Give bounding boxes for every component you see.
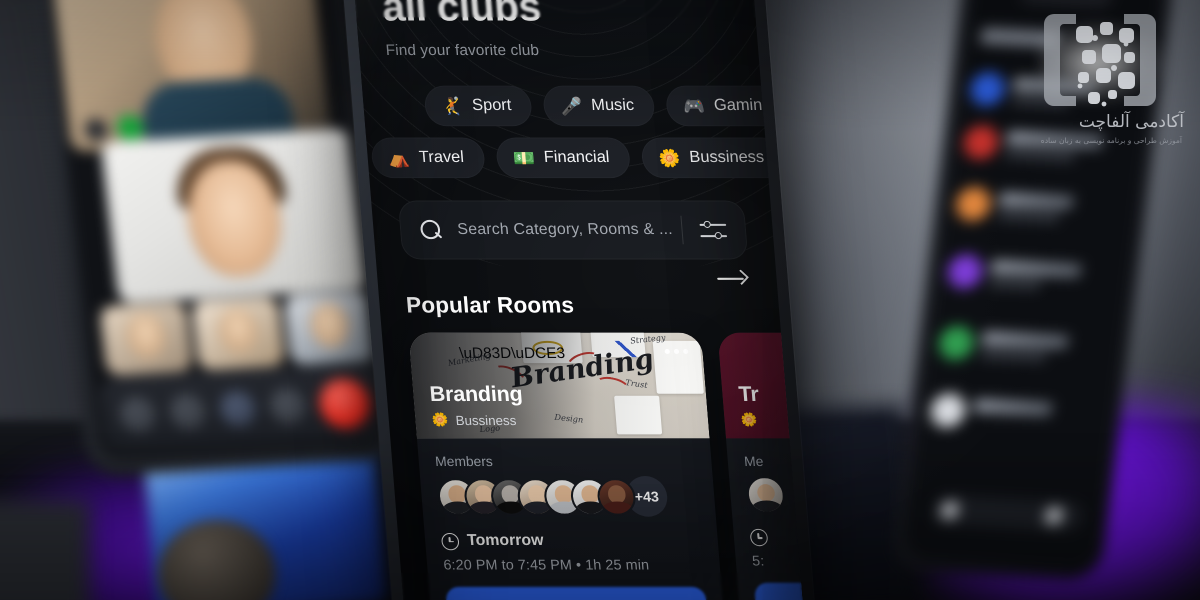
room-title: Tr: [737, 382, 760, 406]
add-participant-icon[interactable]: [117, 395, 158, 434]
clock-icon: [440, 532, 460, 550]
tile-badge: [84, 118, 109, 142]
camera-flip-icon[interactable]: [217, 389, 258, 428]
sport-emoji: 🤾: [440, 96, 464, 116]
app-content: all clubs Find your favorite club 🤾 Spor…: [347, 0, 809, 600]
room-hero-text: Tr 🌼: [738, 383, 762, 429]
more-options-icon[interactable]: [664, 348, 689, 355]
watermark-tagline: آموزش طراحی و برنامه نویسی به زبان ساده: [1040, 136, 1182, 145]
search-bar[interactable]: Search Category, Rooms & ...: [397, 200, 749, 260]
search-icon: [418, 218, 445, 242]
chat-row[interactable]: [954, 180, 1128, 234]
category-chip-financial[interactable]: 💵 Financial: [495, 137, 632, 179]
avatar: [945, 253, 985, 290]
microphone-emoji: 🎤: [559, 96, 583, 116]
avatar: [937, 325, 976, 361]
join-button[interactable]: Join: [753, 582, 809, 600]
category-chip-label: Music: [590, 96, 635, 115]
avatar: [968, 71, 1007, 107]
chat-preview: [996, 210, 1060, 223]
page-subtitle: Find your favorite club: [385, 41, 540, 60]
video-tile-participant-2: [100, 128, 368, 304]
arrow-right-icon[interactable]: [716, 268, 750, 290]
avatar: [961, 124, 1001, 161]
category-chip-sport[interactable]: 🤾 Sport: [423, 85, 534, 127]
room-schedule-day: Tomorrow: [440, 531, 702, 550]
video-tile-participant-4: [191, 296, 286, 371]
category-chip-music[interactable]: 🎤 Music: [542, 85, 657, 127]
chat-name: [973, 398, 1053, 416]
search-input[interactable]: Search Category, Rooms & ...: [457, 221, 683, 239]
video-tile-participant-5: [283, 290, 378, 366]
alfachat-bracket-dots-logo: [1044, 14, 1156, 107]
chat-preview: [988, 277, 1042, 290]
category-chip-label: Travel: [418, 148, 465, 166]
category-chip-label: Bussiness: [688, 148, 765, 166]
popular-rooms-carousel[interactable]: \uD83D\uDCE3 Branding Marketing Strategy…: [408, 332, 809, 600]
avatar[interactable]: [745, 476, 787, 514]
watermark: آکادمی آلفاچت آموزش طراحی و برنامه نویسی…: [1010, 8, 1188, 168]
end-call-icon[interactable]: [317, 377, 373, 430]
members-label: Members: [434, 453, 494, 469]
room-schedule-time: 6:20 PM to 7:45 PM • 1h 25 min: [442, 556, 650, 573]
participant-face: [124, 312, 168, 359]
avatar: [928, 392, 968, 429]
join-button[interactable]: Join: [445, 586, 709, 600]
gamepad-emoji: 🎮: [682, 96, 706, 116]
blossom-emoji: 🌼: [431, 411, 449, 428]
nav-icon[interactable]: [939, 500, 960, 520]
room-category-label: Bussiness: [454, 412, 517, 428]
page-title: all clubs: [380, 0, 543, 30]
clock-icon: [749, 528, 769, 547]
nav-icon[interactable]: [1043, 506, 1065, 526]
screenshot-stage: all clubs Find your favorite club 🤾 Spor…: [0, 0, 1200, 600]
chat-preview: [979, 349, 1047, 362]
category-chip-travel[interactable]: ⛺ Travel: [370, 137, 487, 179]
participant-face: [216, 307, 260, 354]
background-block-left: [0, 500, 90, 600]
main-phone-screen: all clubs Find your favorite club 🤾 Spor…: [347, 0, 809, 600]
category-chip-list: 🤾 Sport 🎤 Music 🎮 Gaming ⛺ Travel 💵 Fina…: [370, 85, 809, 179]
blossom-emoji: 🌼: [740, 411, 758, 428]
bottom-navigation-bar[interactable]: [930, 494, 1085, 533]
chat-name: [998, 192, 1075, 210]
chat-row[interactable]: [936, 319, 1110, 373]
member-avatars[interactable]: +43: [436, 476, 699, 517]
video-tile-participant-3: [99, 301, 194, 377]
effects-icon[interactable]: [167, 392, 208, 431]
participant-face: [308, 302, 352, 349]
left-phone-video-call: [27, 0, 399, 478]
watermark-brand: آکادمی آلفاچت: [1078, 112, 1184, 132]
schedule-day-label: Tomorrow: [466, 531, 545, 550]
avatar: [954, 186, 993, 222]
call-controls-bar: [97, 362, 383, 453]
tent-emoji: ⛺: [387, 148, 411, 168]
chat-row[interactable]: [928, 387, 1102, 441]
chat-name: [981, 331, 1070, 349]
category-chip-bussiness[interactable]: 🌼 Bussiness: [640, 137, 787, 179]
left-phone-screen: [43, 0, 383, 459]
chat-name: [990, 259, 1082, 278]
room-hero-text: Branding 🌼 Bussiness: [429, 383, 525, 429]
blossom-emoji: 🌼: [657, 148, 682, 168]
popular-rooms-header: Popular Rooms: [404, 269, 753, 321]
room-card-branding[interactable]: \uD83D\uDCE3 Branding Marketing Strategy…: [408, 332, 727, 600]
room-category: 🌼: [740, 412, 761, 428]
room-title: Branding: [428, 382, 524, 406]
active-speaker-indicator: [115, 114, 145, 142]
category-chip-label: Financial: [543, 148, 611, 166]
filter-sliders-icon[interactable]: [696, 215, 733, 246]
room-category: 🌼 Bussiness: [431, 412, 525, 428]
category-chip-label: Sport: [471, 96, 513, 115]
video-tile-participant-1: [52, 0, 332, 153]
section-title: Popular Rooms: [405, 292, 575, 318]
money-emoji: 💵: [512, 148, 536, 168]
room-card-body: Members +43 Tomorrow 6:20 PM to 7:45 PM …: [417, 438, 727, 600]
room-hero-image: \uD83D\uDCE3 Branding Marketing Strategy…: [408, 332, 710, 439]
microphone-icon[interactable]: [267, 386, 308, 425]
search-divider: [680, 215, 684, 245]
main-phone: all clubs Find your favorite club 🤾 Spor…: [334, 0, 822, 600]
chat-row[interactable]: [945, 248, 1119, 302]
